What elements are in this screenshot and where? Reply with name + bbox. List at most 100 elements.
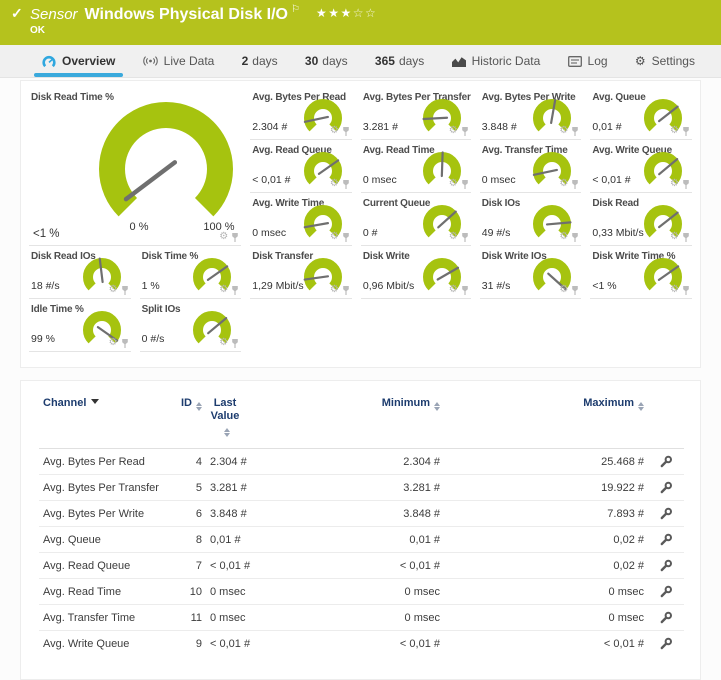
gear-icon[interactable]: ⚙ bbox=[449, 126, 458, 136]
gauge-tile[interactable]: Disk IOs49 #/s⚙ bbox=[480, 193, 582, 246]
gauge-tile[interactable]: Disk Read IOs18 #/s⚙ bbox=[29, 246, 131, 299]
pin-icon[interactable] bbox=[231, 339, 239, 348]
cell-channel[interactable]: Avg. Read Time bbox=[39, 579, 169, 605]
cell-channel[interactable]: Avg. Bytes Per Transfer bbox=[39, 475, 169, 501]
priority-flag-icon[interactable]: ⚐ bbox=[291, 4, 300, 15]
tab-30-days[interactable]: 30days bbox=[297, 45, 356, 77]
star-filled-icon[interactable]: ★ bbox=[328, 6, 340, 20]
cell-channel[interactable]: Avg. Queue bbox=[39, 527, 169, 553]
pin-icon[interactable] bbox=[231, 233, 239, 242]
cell-channel[interactable]: Avg. Bytes Per Write bbox=[39, 501, 169, 527]
column-header-max[interactable]: Maximum bbox=[444, 391, 648, 449]
star-empty-icon[interactable]: ☆ bbox=[353, 6, 365, 20]
gear-icon[interactable]: ⚙ bbox=[670, 285, 679, 295]
gauge-tile[interactable]: Avg. Bytes Per Write3.848 #⚙ bbox=[480, 87, 582, 140]
edit-channel-icon[interactable] bbox=[659, 585, 673, 597]
gauge-tile[interactable]: Disk Transfer1,29 Mbit/s⚙ bbox=[250, 246, 352, 299]
gauge-tile[interactable]: Avg. Queue0,01 #⚙ bbox=[590, 87, 692, 140]
gauge-tile[interactable]: Disk Read0,33 Mbit/s⚙ bbox=[590, 193, 692, 246]
gear-icon[interactable]: ⚙ bbox=[109, 338, 118, 348]
pin-icon[interactable] bbox=[461, 180, 469, 189]
pin-icon[interactable] bbox=[682, 127, 690, 136]
gear-icon[interactable]: ⚙ bbox=[219, 338, 228, 348]
pin-icon[interactable] bbox=[461, 127, 469, 136]
priority-stars-rating[interactable]: ★★★☆☆ bbox=[316, 6, 377, 20]
pin-icon[interactable] bbox=[342, 233, 350, 242]
column-header-id[interactable]: ID bbox=[169, 391, 206, 449]
gear-icon[interactable]: ⚙ bbox=[330, 285, 339, 295]
pin-icon[interactable] bbox=[342, 286, 350, 295]
pin-icon[interactable] bbox=[231, 286, 239, 295]
cell-channel[interactable]: Avg. Bytes Per Read bbox=[39, 449, 169, 475]
star-filled-icon[interactable]: ★ bbox=[341, 6, 353, 20]
gauge-tile[interactable]: Idle Time %99 %⚙ bbox=[29, 299, 131, 352]
tab-label: Settings bbox=[652, 54, 695, 68]
column-header-last[interactable]: LastValue bbox=[206, 391, 244, 449]
column-header-channel[interactable]: Channel bbox=[39, 391, 169, 449]
edit-channel-icon[interactable] bbox=[659, 611, 673, 623]
star-filled-icon[interactable]: ★ bbox=[316, 6, 328, 20]
gear-icon[interactable]: ⚙ bbox=[219, 285, 228, 295]
gear-icon[interactable]: ⚙ bbox=[559, 285, 568, 295]
tab-365-days[interactable]: 365days bbox=[367, 45, 432, 77]
pin-icon[interactable] bbox=[461, 286, 469, 295]
gauge-tile[interactable]: Disk Time %1 %⚙ bbox=[140, 246, 242, 299]
gear-icon[interactable]: ⚙ bbox=[670, 179, 679, 189]
cell-channel[interactable]: Avg. Transfer Time bbox=[39, 605, 169, 631]
edit-channel-icon[interactable] bbox=[659, 507, 673, 519]
pin-icon[interactable] bbox=[571, 127, 579, 136]
gear-icon[interactable]: ⚙ bbox=[559, 179, 568, 189]
edit-channel-icon[interactable] bbox=[659, 559, 673, 571]
gauge-tile[interactable]: Avg. Transfer Time0 msec⚙ bbox=[480, 140, 582, 193]
edit-channel-icon[interactable] bbox=[659, 533, 673, 545]
gear-icon[interactable]: ⚙ bbox=[670, 126, 679, 136]
pin-icon[interactable] bbox=[682, 233, 690, 242]
gear-icon[interactable]: ⚙ bbox=[330, 232, 339, 242]
gear-icon[interactable]: ⚙ bbox=[109, 285, 118, 295]
pin-icon[interactable] bbox=[342, 180, 350, 189]
pin-icon[interactable] bbox=[571, 233, 579, 242]
gauge-tile[interactable]: Disk Write IOs31 #/s⚙ bbox=[480, 246, 582, 299]
pin-icon[interactable] bbox=[571, 286, 579, 295]
pin-icon[interactable] bbox=[682, 286, 690, 295]
gear-icon[interactable]: ⚙ bbox=[449, 285, 458, 295]
gear-icon[interactable]: ⚙ bbox=[330, 126, 339, 136]
gauge-tile[interactable]: Avg. Bytes Per Read2.304 #⚙ bbox=[250, 87, 352, 140]
gear-icon[interactable]: ⚙ bbox=[219, 232, 228, 242]
gauge-tile[interactable]: Split IOs0 #/s⚙ bbox=[140, 299, 242, 352]
star-empty-icon[interactable]: ☆ bbox=[365, 6, 377, 20]
edit-channel-icon[interactable] bbox=[659, 481, 673, 493]
gear-icon[interactable]: ⚙ bbox=[449, 179, 458, 189]
column-header-min[interactable]: Minimum bbox=[244, 391, 444, 449]
gauge-tile[interactable]: Disk Write0,96 Mbit/s⚙ bbox=[361, 246, 471, 299]
pin-icon[interactable] bbox=[571, 180, 579, 189]
tab-overview[interactable]: Overview bbox=[34, 45, 123, 77]
tab-2-days[interactable]: 2days bbox=[234, 45, 286, 77]
gauge-tile[interactable]: Disk Write Time %<1 %⚙ bbox=[590, 246, 692, 299]
pin-icon[interactable] bbox=[461, 233, 469, 242]
edit-channel-icon[interactable] bbox=[659, 637, 673, 649]
tab-settings[interactable]: ⚙Settings bbox=[627, 45, 703, 77]
gauge-tile[interactable]: Avg. Bytes Per Transfer3.281 #⚙ bbox=[361, 87, 471, 140]
pin-icon[interactable] bbox=[121, 339, 129, 348]
pin-icon[interactable] bbox=[342, 127, 350, 136]
cell-channel[interactable]: Avg. Write Queue bbox=[39, 631, 169, 657]
pin-icon[interactable] bbox=[121, 286, 129, 295]
tab-historic-data[interactable]: Historic Data bbox=[444, 45, 549, 77]
gauge-tile[interactable]: Avg. Read Time0 msec⚙ bbox=[361, 140, 471, 193]
gauge-tile[interactable]: Current Queue0 #⚙ bbox=[361, 193, 471, 246]
tab-log[interactable]: Log bbox=[560, 45, 616, 77]
gear-icon[interactable]: ⚙ bbox=[670, 232, 679, 242]
gauge-tile-primary[interactable]: Disk Read Time % 0 % 100 % <1 % ⚙ bbox=[29, 87, 241, 246]
gear-icon[interactable]: ⚙ bbox=[559, 232, 568, 242]
pin-icon[interactable] bbox=[682, 180, 690, 189]
gear-icon[interactable]: ⚙ bbox=[559, 126, 568, 136]
tab-live-data[interactable]: Live Data bbox=[135, 45, 223, 77]
gauge-tile[interactable]: Avg. Read Queue< 0,01 #⚙ bbox=[250, 140, 352, 193]
gear-icon[interactable]: ⚙ bbox=[449, 232, 458, 242]
edit-channel-icon[interactable] bbox=[659, 455, 673, 467]
gauge-tile[interactable]: Avg. Write Time0 msec⚙ bbox=[250, 193, 352, 246]
gauge-tile[interactable]: Avg. Write Queue< 0,01 #⚙ bbox=[590, 140, 692, 193]
cell-channel[interactable]: Avg. Read Queue bbox=[39, 553, 169, 579]
gear-icon[interactable]: ⚙ bbox=[330, 179, 339, 189]
